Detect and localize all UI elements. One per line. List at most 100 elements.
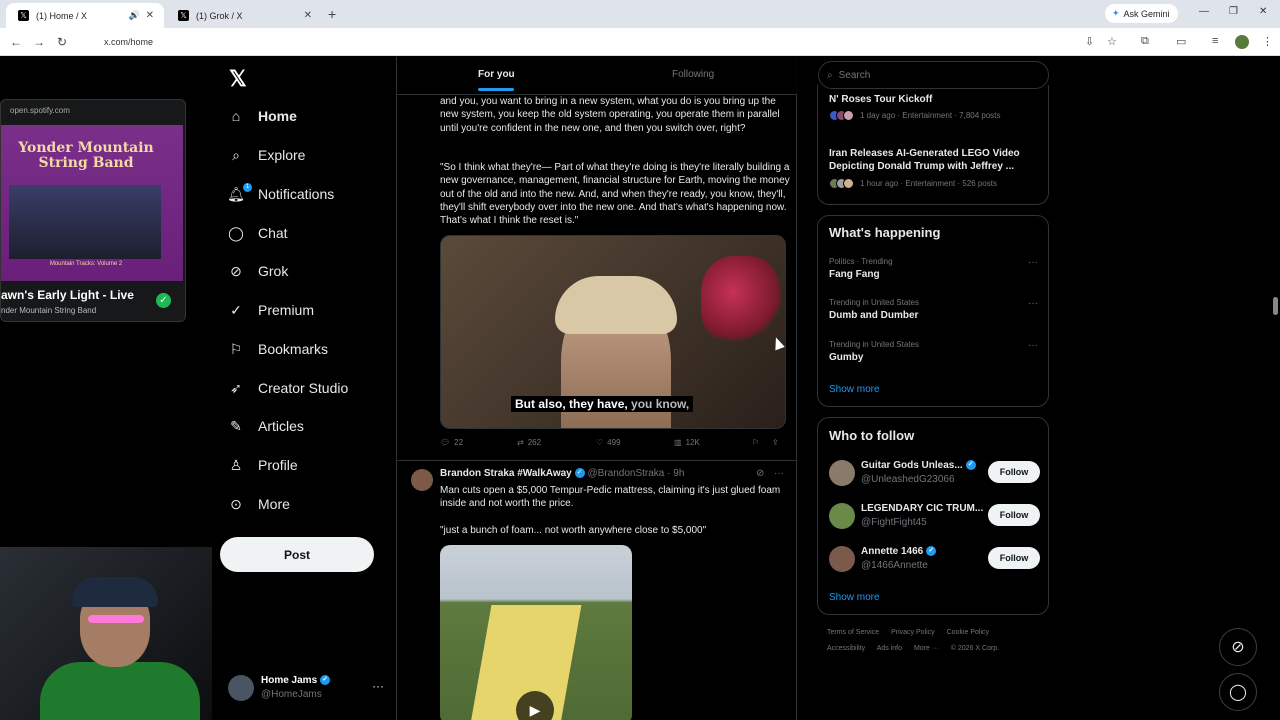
saved-check-icon[interactable]: ✓ bbox=[156, 293, 171, 308]
account-switcher[interactable]: Home Jams ✓ @HomeJams ··· bbox=[228, 673, 388, 705]
nav-label: Grok bbox=[258, 263, 289, 279]
install-icon[interactable]: ⇩ bbox=[1085, 35, 1094, 48]
follow-button[interactable]: Follow bbox=[988, 461, 1040, 483]
follow-name[interactable]: Guitar Gods Unleas... ✓ bbox=[861, 460, 976, 471]
reload-icon[interactable]: ↻ bbox=[57, 35, 67, 49]
page-scrollbar[interactable] bbox=[1270, 57, 1280, 720]
right-sidebar: N' Roses Tour Kickoff 1 day ago · Entert… bbox=[816, 57, 1052, 720]
news-avatars bbox=[829, 178, 854, 189]
search-icon: ⌕ bbox=[232, 146, 240, 163]
search-input[interactable]: ⌕ Search bbox=[818, 61, 1049, 89]
trend-more-icon[interactable]: ··· bbox=[1028, 257, 1038, 268]
ask-gemini-button[interactable]: ✦ Ask Gemini bbox=[1105, 4, 1178, 23]
close-tab-icon[interactable]: ✕ bbox=[304, 10, 312, 21]
nav-chat[interactable]: ◯ Chat bbox=[228, 218, 287, 248]
tweet-text-paragraph: and you, you want to bring in a new syst… bbox=[440, 96, 780, 134]
tweet-video-thumbnail[interactable]: ▶ bbox=[440, 545, 632, 720]
footer-links: Terms of Service Privacy Policy Cookie P… bbox=[827, 625, 1047, 657]
media-icon[interactable]: ≡ bbox=[1212, 35, 1218, 47]
follow-avatar[interactable] bbox=[829, 546, 855, 572]
nav-articles[interactable]: ✎ Articles bbox=[228, 411, 304, 441]
nav-label: Explore bbox=[258, 147, 306, 163]
nav-home[interactable]: ⌂ Home bbox=[228, 101, 297, 131]
profile-avatar[interactable] bbox=[1235, 35, 1249, 49]
forward-icon[interactable]: → bbox=[33, 35, 45, 49]
nav-bookmarks[interactable]: ⚐ Bookmarks bbox=[228, 334, 328, 364]
maximize-icon[interactable]: ❐ bbox=[1229, 6, 1238, 17]
follow-name[interactable]: Annette 1466 ✓ bbox=[861, 546, 937, 557]
x-logo-icon[interactable]: 𝕏 bbox=[229, 66, 247, 92]
person-icon: ♙ bbox=[229, 456, 243, 473]
follow-avatar[interactable] bbox=[829, 503, 855, 529]
tab-following[interactable]: Following bbox=[672, 69, 714, 80]
address-bar[interactable]: x.com/home bbox=[84, 32, 1094, 52]
account-more-icon[interactable]: ··· bbox=[372, 679, 384, 693]
tab-for-you[interactable]: For you bbox=[478, 69, 515, 91]
footer-link[interactable]: Terms of Service bbox=[827, 629, 879, 636]
grok-icon[interactable]: ⊘ bbox=[756, 468, 764, 479]
nav-grok[interactable]: ⊘ Grok bbox=[228, 256, 288, 286]
speaker-icon[interactable]: 🔊 bbox=[129, 10, 140, 21]
webcam-person-cap bbox=[72, 577, 158, 607]
messages-fab-icon[interactable]: ◯ bbox=[1219, 673, 1257, 711]
views-button[interactable]: ▥ 12K bbox=[674, 438, 700, 447]
side-panel-icon[interactable]: ▭ bbox=[1176, 35, 1186, 48]
grok-icon: ⊘ bbox=[230, 262, 242, 279]
window-close-icon[interactable]: ✕ bbox=[1259, 6, 1267, 17]
trend-more-icon[interactable]: ··· bbox=[1028, 298, 1038, 309]
nav-explore[interactable]: ⌕ Explore bbox=[228, 140, 305, 170]
trend-name[interactable]: Gumby bbox=[829, 352, 863, 363]
footer-link[interactable]: Accessibility bbox=[827, 645, 865, 652]
nav-more[interactable]: ⊙ More bbox=[228, 489, 290, 519]
tweet-video[interactable]: But also, they have, you know, bbox=[440, 235, 786, 429]
follow-name[interactable]: LEGENDARY CIC TRUM... bbox=[861, 503, 983, 514]
trend-more-icon[interactable]: ··· bbox=[1028, 340, 1038, 351]
tweet-author-name[interactable]: Brandon Straka #WalkAway bbox=[440, 468, 572, 479]
browser-tab-grok[interactable]: 𝕏 (1) Grok / X ✕ bbox=[166, 3, 322, 28]
scrollbar-thumb[interactable] bbox=[1273, 297, 1278, 315]
nav-label: Profile bbox=[258, 457, 298, 473]
bookmark-button[interactable]: ⚐ bbox=[752, 438, 759, 447]
back-icon[interactable]: ← bbox=[10, 35, 22, 49]
news-title[interactable]: N' Roses Tour Kickoff bbox=[829, 93, 1039, 106]
extensions-icon[interactable]: ⧉ bbox=[1141, 35, 1149, 48]
nav-notifications[interactable]: 🔔︎ 1 Notifications bbox=[227, 179, 334, 209]
follow-button[interactable]: Follow bbox=[988, 547, 1040, 569]
browser-tab-home[interactable]: 𝕏 (1) Home / X 🔊 ✕ bbox=[6, 3, 164, 28]
browser-tab-strip: 𝕏 (1) Home / X 🔊 ✕ 𝕏 (1) Grok / X ✕ + ✦ … bbox=[0, 0, 1280, 28]
tweet-author-avatar[interactable] bbox=[411, 469, 433, 491]
share-button[interactable]: ⇪ bbox=[772, 438, 779, 447]
nav-creator-studio[interactable]: ➶ Creator Studio bbox=[228, 373, 348, 403]
trend-name[interactable]: Dumb and Dumber bbox=[829, 310, 918, 321]
grok-fab-icon[interactable]: ⊘ bbox=[1219, 628, 1257, 666]
reply-button[interactable]: 💬︎ 22 bbox=[440, 438, 463, 447]
show-more-link[interactable]: Show more bbox=[829, 592, 880, 603]
spotify-mini-player[interactable]: open.spotify.com Yonder Mountain String … bbox=[0, 99, 186, 322]
repost-button[interactable]: ⇄ 262 bbox=[517, 438, 541, 447]
footer-link[interactable]: More ··· bbox=[914, 645, 939, 652]
footer-link[interactable]: Privacy Policy bbox=[891, 629, 935, 636]
minimize-icon[interactable]: — bbox=[1199, 6, 1209, 17]
tweet-author-handle[interactable]: @BrandonStraka bbox=[588, 468, 665, 479]
like-button[interactable]: ♡ 499 bbox=[596, 438, 621, 447]
tweet-more-icon[interactable]: ··· bbox=[774, 468, 784, 479]
show-more-link[interactable]: Show more bbox=[829, 384, 880, 395]
close-tab-icon[interactable]: ✕ bbox=[146, 10, 154, 21]
bookmark-star-icon[interactable]: ☆ bbox=[1107, 35, 1117, 48]
follow-button[interactable]: Follow bbox=[988, 504, 1040, 526]
tweet-time[interactable]: · 9h bbox=[667, 468, 684, 479]
post-button[interactable]: Post bbox=[220, 537, 374, 572]
trend-name[interactable]: Fang Fang bbox=[829, 269, 880, 280]
verified-badge-icon: ✓ bbox=[965, 460, 976, 471]
chrome-menu-icon[interactable]: ⋮ bbox=[1262, 35, 1273, 48]
rocket-icon: ➶ bbox=[230, 379, 242, 396]
premium-icon: ✓ bbox=[230, 301, 242, 318]
follow-avatar[interactable] bbox=[829, 460, 855, 486]
nav-premium[interactable]: ✓ Premium bbox=[228, 295, 314, 325]
nav-profile[interactable]: ♙ Profile bbox=[228, 450, 298, 480]
new-tab-icon[interactable]: + bbox=[328, 6, 336, 22]
bookmark-icon: ⚐ bbox=[229, 340, 243, 357]
footer-link[interactable]: Cookie Policy bbox=[947, 629, 989, 636]
news-title[interactable]: Iran Releases AI-Generated LEGO Video De… bbox=[829, 147, 1039, 173]
footer-link[interactable]: Ads info bbox=[877, 645, 902, 652]
